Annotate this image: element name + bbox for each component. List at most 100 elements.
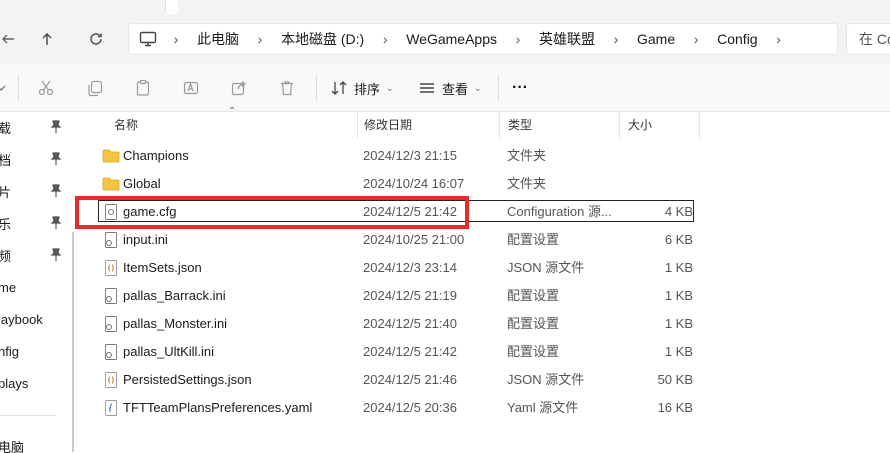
column-type[interactable]: 类型 (500, 112, 620, 138)
file-size: 1 KB (664, 316, 693, 331)
up-button[interactable] (31, 24, 63, 54)
pin-icon (50, 248, 62, 261)
list-item[interactable]: pallas_Barrack.ini 2024/12/5 21:19 配置设置 … (78, 282, 890, 310)
file-type: 配置设置 (507, 288, 560, 303)
file-name: TFTTeamPlansPreferences.yaml (123, 400, 313, 415)
breadcrumb-game[interactable]: Game (631, 31, 681, 47)
breadcrumb-wegameapps[interactable]: WeGameApps (400, 31, 503, 47)
sidebar-item-label: 载 (0, 120, 12, 136)
pin-icon (50, 184, 62, 197)
sidebar-item-downloads[interactable]: 载 (0, 115, 76, 139)
sidebar-item-videos[interactable]: 频 (0, 243, 76, 267)
cut-button[interactable] (36, 78, 56, 98)
sidebar-item-this-pc[interactable]: 电脑 (0, 434, 76, 453)
sidebar-item-game[interactable]: me (0, 275, 76, 299)
file-date: 2024/12/5 21:46 (363, 372, 457, 387)
sidebar-item-replays[interactable]: plays (0, 371, 76, 395)
column-name[interactable]: 名称 (106, 112, 358, 138)
copy-button[interactable] (85, 78, 105, 98)
chevron-right-icon[interactable]: › (764, 31, 794, 47)
column-size[interactable]: 大小 (620, 112, 700, 138)
toolbar-divider (316, 76, 317, 100)
view-button[interactable]: 查看 ⌄ (418, 76, 482, 100)
address-bar[interactable]: › 此电脑 › 本地磁盘 (D:) › WeGameApps › 英雄联盟 › … (128, 23, 838, 55)
sidebar-item-documents[interactable]: 档 (0, 147, 76, 171)
breadcrumb-drive-d[interactable]: 本地磁盘 (D:) (275, 29, 370, 49)
paste-button[interactable] (133, 78, 153, 98)
sidebar-item-config[interactable]: nfig (0, 339, 76, 363)
file-date: 2024/10/24 16:07 (363, 176, 465, 191)
ini-file-icon (105, 232, 117, 248)
list-item[interactable]: input.ini 2024/10/25 21:00 配置设置 6 KB (78, 226, 890, 254)
search-input[interactable]: 在 Co (846, 23, 890, 55)
chevron-right-icon[interactable]: › (503, 31, 533, 47)
navigation-pane: 载 档 片 乐 频 me laybook nfig plays 电脑 (0, 112, 76, 453)
delete-button[interactable] (277, 78, 297, 98)
breadcrumb-config[interactable]: Config (711, 31, 763, 47)
toolbar-divider (498, 76, 499, 100)
sidebar-item-label: 电脑 (0, 439, 25, 453)
sidebar-scrollbar[interactable] (72, 232, 74, 452)
file-name: ItemSets.json (123, 260, 202, 275)
clipboard-icon (136, 79, 150, 96)
file-date: 2024/12/5 21:40 (363, 316, 457, 331)
refresh-button[interactable] (80, 24, 112, 54)
share-icon (231, 81, 246, 96)
list-item[interactable]: pallas_Monster.ini 2024/12/5 21:40 配置设置 … (78, 310, 890, 338)
file-type: JSON 源文件 (507, 260, 585, 275)
sidebar-item-label: laybook (0, 311, 43, 327)
json-file-icon (105, 372, 117, 388)
file-type: 配置设置 (507, 344, 560, 359)
arrow-left-icon (2, 34, 14, 44)
column-date[interactable]: 修改日期 (356, 112, 500, 138)
sidebar-item-label: 频 (0, 248, 12, 264)
rename-button[interactable] (181, 78, 201, 98)
navigation-bar: › 此电脑 › 本地磁盘 (D:) › WeGameApps › 英雄联盟 › … (0, 14, 890, 64)
title-bar (0, 0, 890, 14)
sort-button[interactable]: 排序 ⌄ (330, 76, 394, 100)
list-item[interactable]: ItemSets.json 2024/12/3 23:14 JSON 源文件 1… (78, 254, 890, 282)
sidebar-item-label: me (0, 279, 17, 295)
file-size (623, 170, 693, 198)
file-size: 6 KB (664, 232, 693, 247)
sidebar-item-music[interactable]: 乐 (0, 211, 76, 235)
more-options-button[interactable]: ··· (512, 76, 528, 100)
file-date: 2024/10/25 21:00 (363, 232, 465, 247)
list-item[interactable]: pallas_UltKill.ini 2024/12/5 21:42 配置设置 … (78, 338, 890, 366)
share-button[interactable] (229, 78, 249, 98)
file-type: Yaml 源文件 (507, 400, 579, 415)
sort-icon (331, 81, 347, 95)
list-item[interactable]: PersistedSettings.json 2024/12/5 21:46 J… (78, 366, 890, 394)
chevron-down-icon[interactable] (0, 78, 10, 98)
chevron-right-icon[interactable]: › (370, 31, 400, 47)
sort-label: 排序 (354, 81, 381, 97)
sidebar-item-label: plays (0, 375, 29, 391)
ini-file-icon (105, 288, 117, 304)
sidebar-item-label: 乐 (0, 216, 12, 232)
folder-icon (102, 177, 120, 191)
file-name: input.ini (123, 232, 168, 247)
arrow-up-icon (42, 33, 52, 45)
breadcrumb-league[interactable]: 英雄联盟 (533, 29, 601, 49)
ini-file-icon (105, 316, 117, 332)
breadcrumb-this-pc[interactable]: 此电脑 (191, 29, 245, 49)
view-list-icon (420, 83, 434, 93)
tab-edge[interactable] (165, 0, 178, 14)
chevron-right-icon[interactable]: › (245, 31, 275, 47)
back-button[interactable] (0, 24, 24, 54)
command-bar: 排序 ⌄ 查看 ⌄ ··· (0, 64, 890, 112)
sidebar-divider (0, 415, 56, 416)
file-size: 1 KB (664, 344, 693, 359)
chevron-right-icon[interactable]: › (161, 31, 191, 47)
chevron-right-icon[interactable]: › (681, 31, 711, 47)
sidebar-item-pictures[interactable]: 片 (0, 179, 76, 203)
list-item[interactable]: Champions 2024/12/3 21:15 文件夹 (78, 142, 890, 170)
file-type: 配置设置 (507, 232, 560, 247)
sidebar-item-playbook[interactable]: laybook (0, 307, 76, 331)
sidebar-item-label: nfig (0, 343, 19, 359)
list-item[interactable]: Global 2024/10/24 16:07 文件夹 (78, 170, 890, 198)
chevron-down-icon: ⌄ (474, 82, 482, 93)
file-type: 配置设置 (507, 316, 560, 331)
list-item[interactable]: TFTTeamPlansPreferences.yaml 2024/12/5 2… (78, 394, 890, 422)
chevron-right-icon[interactable]: › (601, 31, 631, 47)
